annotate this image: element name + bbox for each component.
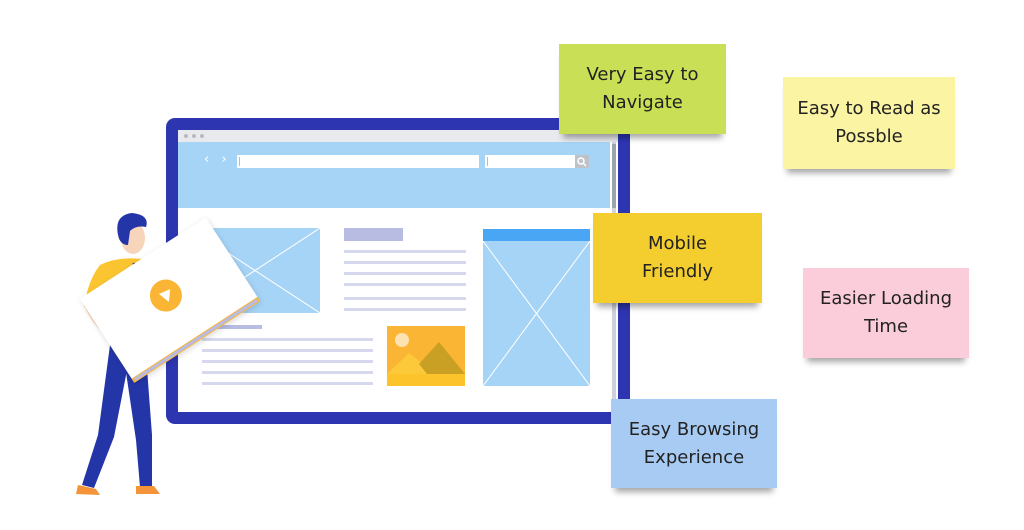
sticky-note-mobile: Mobile Friendly: [593, 213, 762, 303]
sticky-note-navigate: Very Easy to Navigate: [559, 44, 726, 134]
text-line: [344, 308, 466, 311]
note-text: Very Easy to: [586, 64, 699, 85]
note-text: Time: [863, 316, 909, 337]
note-text: Easy to Read as: [797, 98, 941, 119]
window-dot: [184, 134, 188, 138]
note-text: Easy Browsing: [628, 418, 760, 440]
text-line: [344, 283, 466, 286]
note-text: Mobile: [647, 233, 708, 254]
note-text: Easier Loading: [820, 288, 952, 309]
sticky-note-browsing: Easy Browsing Experience: [611, 399, 777, 488]
landscape-icon: [387, 333, 465, 386]
note-text: Experience: [643, 446, 745, 468]
text-line: [344, 272, 466, 275]
window-titlebar: [178, 130, 618, 142]
search-icon[interactable]: [575, 155, 589, 168]
text-caret: [487, 157, 488, 166]
text-caret: [239, 157, 240, 166]
play-icon[interactable]: [143, 273, 189, 318]
note-text: Navigate: [602, 92, 683, 113]
note-text: Friendly: [641, 261, 713, 282]
placeholder-cross-icon: [483, 241, 590, 386]
text-line: [344, 297, 466, 300]
window-dot: [192, 134, 196, 138]
text-line: [344, 250, 466, 253]
nav-arrows-icon[interactable]: ‹ ›: [204, 152, 231, 167]
sidebar-placeholder: [483, 229, 590, 386]
person-shoe-right: [136, 486, 160, 494]
sticky-note-loading: Easier Loading Time: [803, 268, 969, 358]
heading-placeholder: [344, 228, 403, 241]
scrollbar-thumb[interactable]: [612, 144, 616, 208]
url-bar[interactable]: [237, 155, 479, 168]
text-line: [344, 261, 466, 264]
person-leg-left: [82, 345, 128, 488]
window-dot: [200, 134, 204, 138]
note-text: Possble: [835, 126, 903, 147]
search-input[interactable]: [485, 155, 575, 168]
photo-thumbnail: [387, 326, 465, 386]
sticky-note-readable: Easy to Read as Possble: [783, 77, 955, 169]
sidebar-header-bar: [483, 229, 590, 241]
browser-toolbar: ‹ ›: [178, 142, 610, 208]
